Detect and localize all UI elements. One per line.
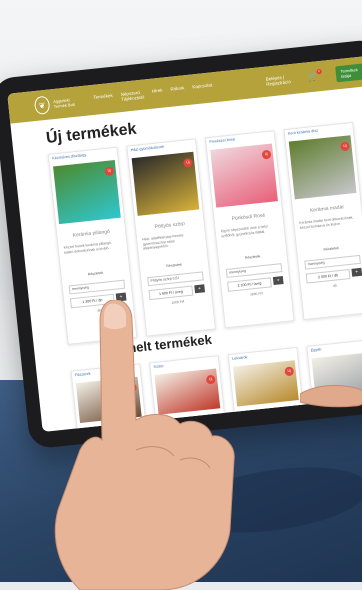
product-image[interactable]: Új — [288, 135, 357, 200]
holding-thumb — [300, 385, 362, 408]
products-cta-button[interactable]: Termékek listája — [334, 62, 362, 83]
quantity-select[interactable]: mennyiség — [68, 279, 126, 295]
product-price: 1 600 Ft / üveg — [148, 285, 194, 301]
quantity-select[interactable]: Pöttyös szörp 0,5 l — [147, 271, 204, 287]
new-badge-icon: Új — [104, 166, 115, 177]
main-menu: Termékek Népszerű Tájékoztató Hírek Rólu… — [93, 82, 213, 104]
account-links[interactable]: Belépés | Regisztráció — [265, 73, 302, 87]
menu-item[interactable]: Hírek — [152, 88, 164, 99]
product-image[interactable]: Új — [210, 143, 278, 208]
pointing-hand — [54, 300, 235, 590]
new-badge-icon: Új — [340, 141, 351, 152]
product-image[interactable]: Új — [53, 159, 121, 225]
menu-item[interactable]: Népszerű Tájékoztató — [120, 90, 144, 102]
cart-count-badge: 0 — [316, 68, 322, 74]
add-to-cart-button[interactable]: + — [351, 267, 362, 277]
cart-icon[interactable]: 🛒 0 — [307, 68, 322, 82]
leaf-logo-icon[interactable]: ❦ — [33, 95, 51, 116]
quantity-select[interactable]: mennyiség — [225, 263, 283, 278]
menu-item[interactable]: Termékek — [93, 93, 113, 105]
section-title-new: Új termékek — [45, 120, 138, 147]
product-card[interactable]: Kerti kerámia dísz Új Kerámia madár Kerá… — [283, 121, 362, 321]
featured-image[interactable]: Új — [232, 360, 299, 407]
site-brand[interactable]: Aggteleki Termék Bolt — [53, 97, 78, 109]
product-card[interactable]: Pincészet borai Új Pünkösdi Rosé Egyre n… — [204, 130, 295, 329]
product-price: 2 000 Ft / db — [305, 269, 351, 284]
add-to-cart-button[interactable]: + — [194, 284, 206, 294]
product-price: 2 100 Ft / üveg — [227, 277, 272, 292]
add-to-cart-button[interactable]: + — [272, 276, 284, 286]
menu-item[interactable]: Rólunk — [170, 85, 185, 96]
new-badge-icon: Új — [261, 149, 272, 160]
new-badge-icon: Új — [284, 366, 295, 377]
menu-item[interactable]: Kapcsolat — [192, 82, 213, 94]
new-badge-icon: Új — [182, 157, 193, 168]
quantity-select[interactable]: mennyiség — [304, 254, 361, 270]
product-image[interactable]: Új — [131, 151, 200, 216]
